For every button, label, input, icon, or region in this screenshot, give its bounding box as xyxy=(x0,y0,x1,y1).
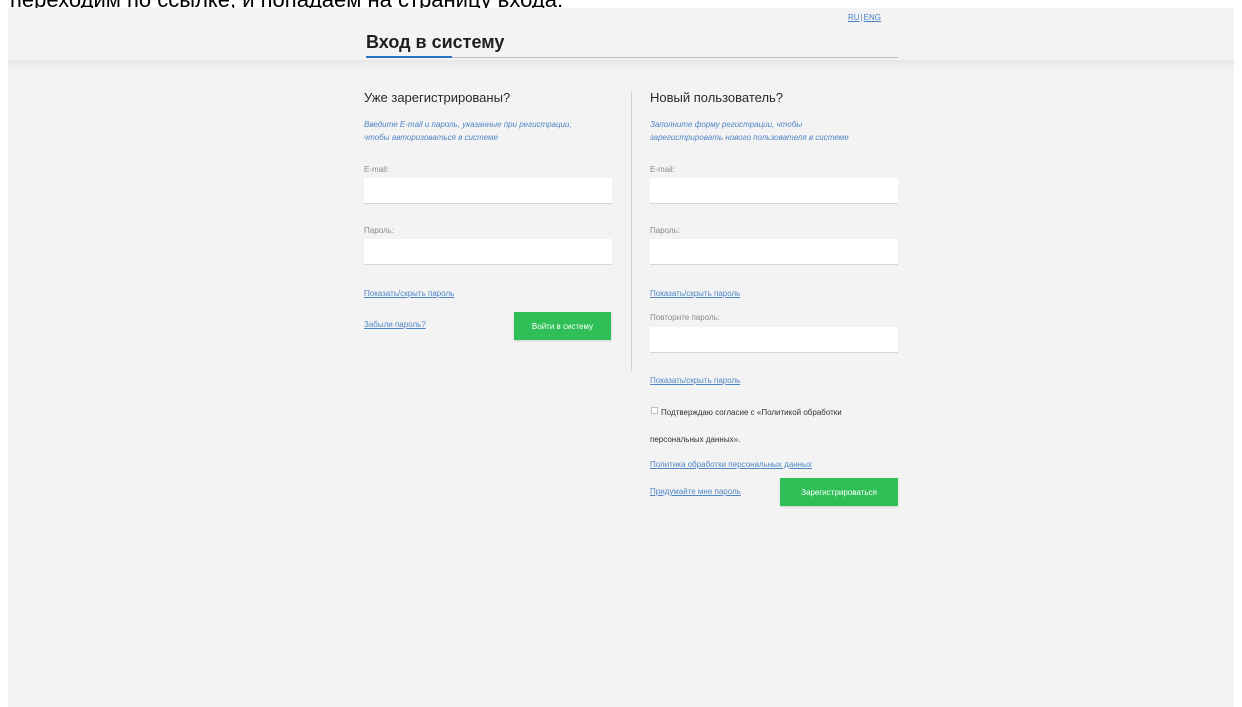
consent-checkbox[interactable] xyxy=(651,407,658,414)
consent-text-line1: Подтверждаю согласие с «Политикой обрабо… xyxy=(661,408,842,417)
login-page: RU|ENG Вход в систему Уже зарегистрирова… xyxy=(8,8,1234,707)
column-divider xyxy=(631,91,632,371)
lang-separator: | xyxy=(860,13,863,22)
login-subtitle-line2: чтобы авторизоваться в системе xyxy=(364,133,498,142)
register-submit-button[interactable]: Зарегистрироваться xyxy=(780,478,898,506)
register-section-title: Новый пользователь? xyxy=(650,90,784,105)
page-title: Вход в систему xyxy=(366,32,505,52)
repeat-password-input[interactable] xyxy=(650,327,898,353)
register-subtitle-line2: зарегистрировать нового пользователя в с… xyxy=(650,133,849,142)
login-section-title: Уже зарегистрированы? xyxy=(364,90,511,105)
forgot-password-link[interactable]: Забыли пароль? xyxy=(364,320,426,329)
repeat-password-label: Повторите пароль: xyxy=(650,313,721,322)
register-password-input[interactable] xyxy=(650,239,898,265)
login-subtitle: Введите E-mail и пароль, указанные при р… xyxy=(364,118,572,144)
login-password-input[interactable] xyxy=(364,239,612,265)
lang-en-link[interactable]: ENG xyxy=(864,13,881,22)
lang-ru-link[interactable]: RU xyxy=(848,13,860,22)
generate-password-link[interactable]: Придумайте мне пароль xyxy=(650,487,741,496)
register-email-label: E-mail: xyxy=(650,165,675,174)
register-email-input[interactable] xyxy=(650,178,898,204)
login-subtitle-line1: Введите E-mail и пароль, указанные при р… xyxy=(364,120,572,129)
register-toggle-repeat-password-link[interactable]: Показать/скрыть пароль xyxy=(650,376,740,385)
login-submit-button[interactable]: Войти в систему xyxy=(514,312,611,340)
login-password-label: Пароль: xyxy=(364,226,394,235)
title-active-underline xyxy=(366,56,452,58)
privacy-policy-link[interactable]: Политика обработки персональных данных xyxy=(650,460,812,469)
register-subtitle: Заполните форму регистрации, чтобы зарег… xyxy=(650,118,849,144)
consent-text-line2: персональных данных». xyxy=(650,435,741,444)
register-toggle-password-link[interactable]: Показать/скрыть пароль xyxy=(650,289,740,298)
login-email-input[interactable] xyxy=(364,178,612,204)
login-email-label: E-mail: xyxy=(364,165,389,174)
language-switcher: RU|ENG xyxy=(848,13,881,22)
register-password-label: Пароль: xyxy=(650,226,680,235)
header-divider xyxy=(8,60,1234,68)
register-subtitle-line1: Заполните форму регистрации, чтобы xyxy=(650,120,803,129)
login-toggle-password-link[interactable]: Показать/скрыть пароль xyxy=(364,289,454,298)
